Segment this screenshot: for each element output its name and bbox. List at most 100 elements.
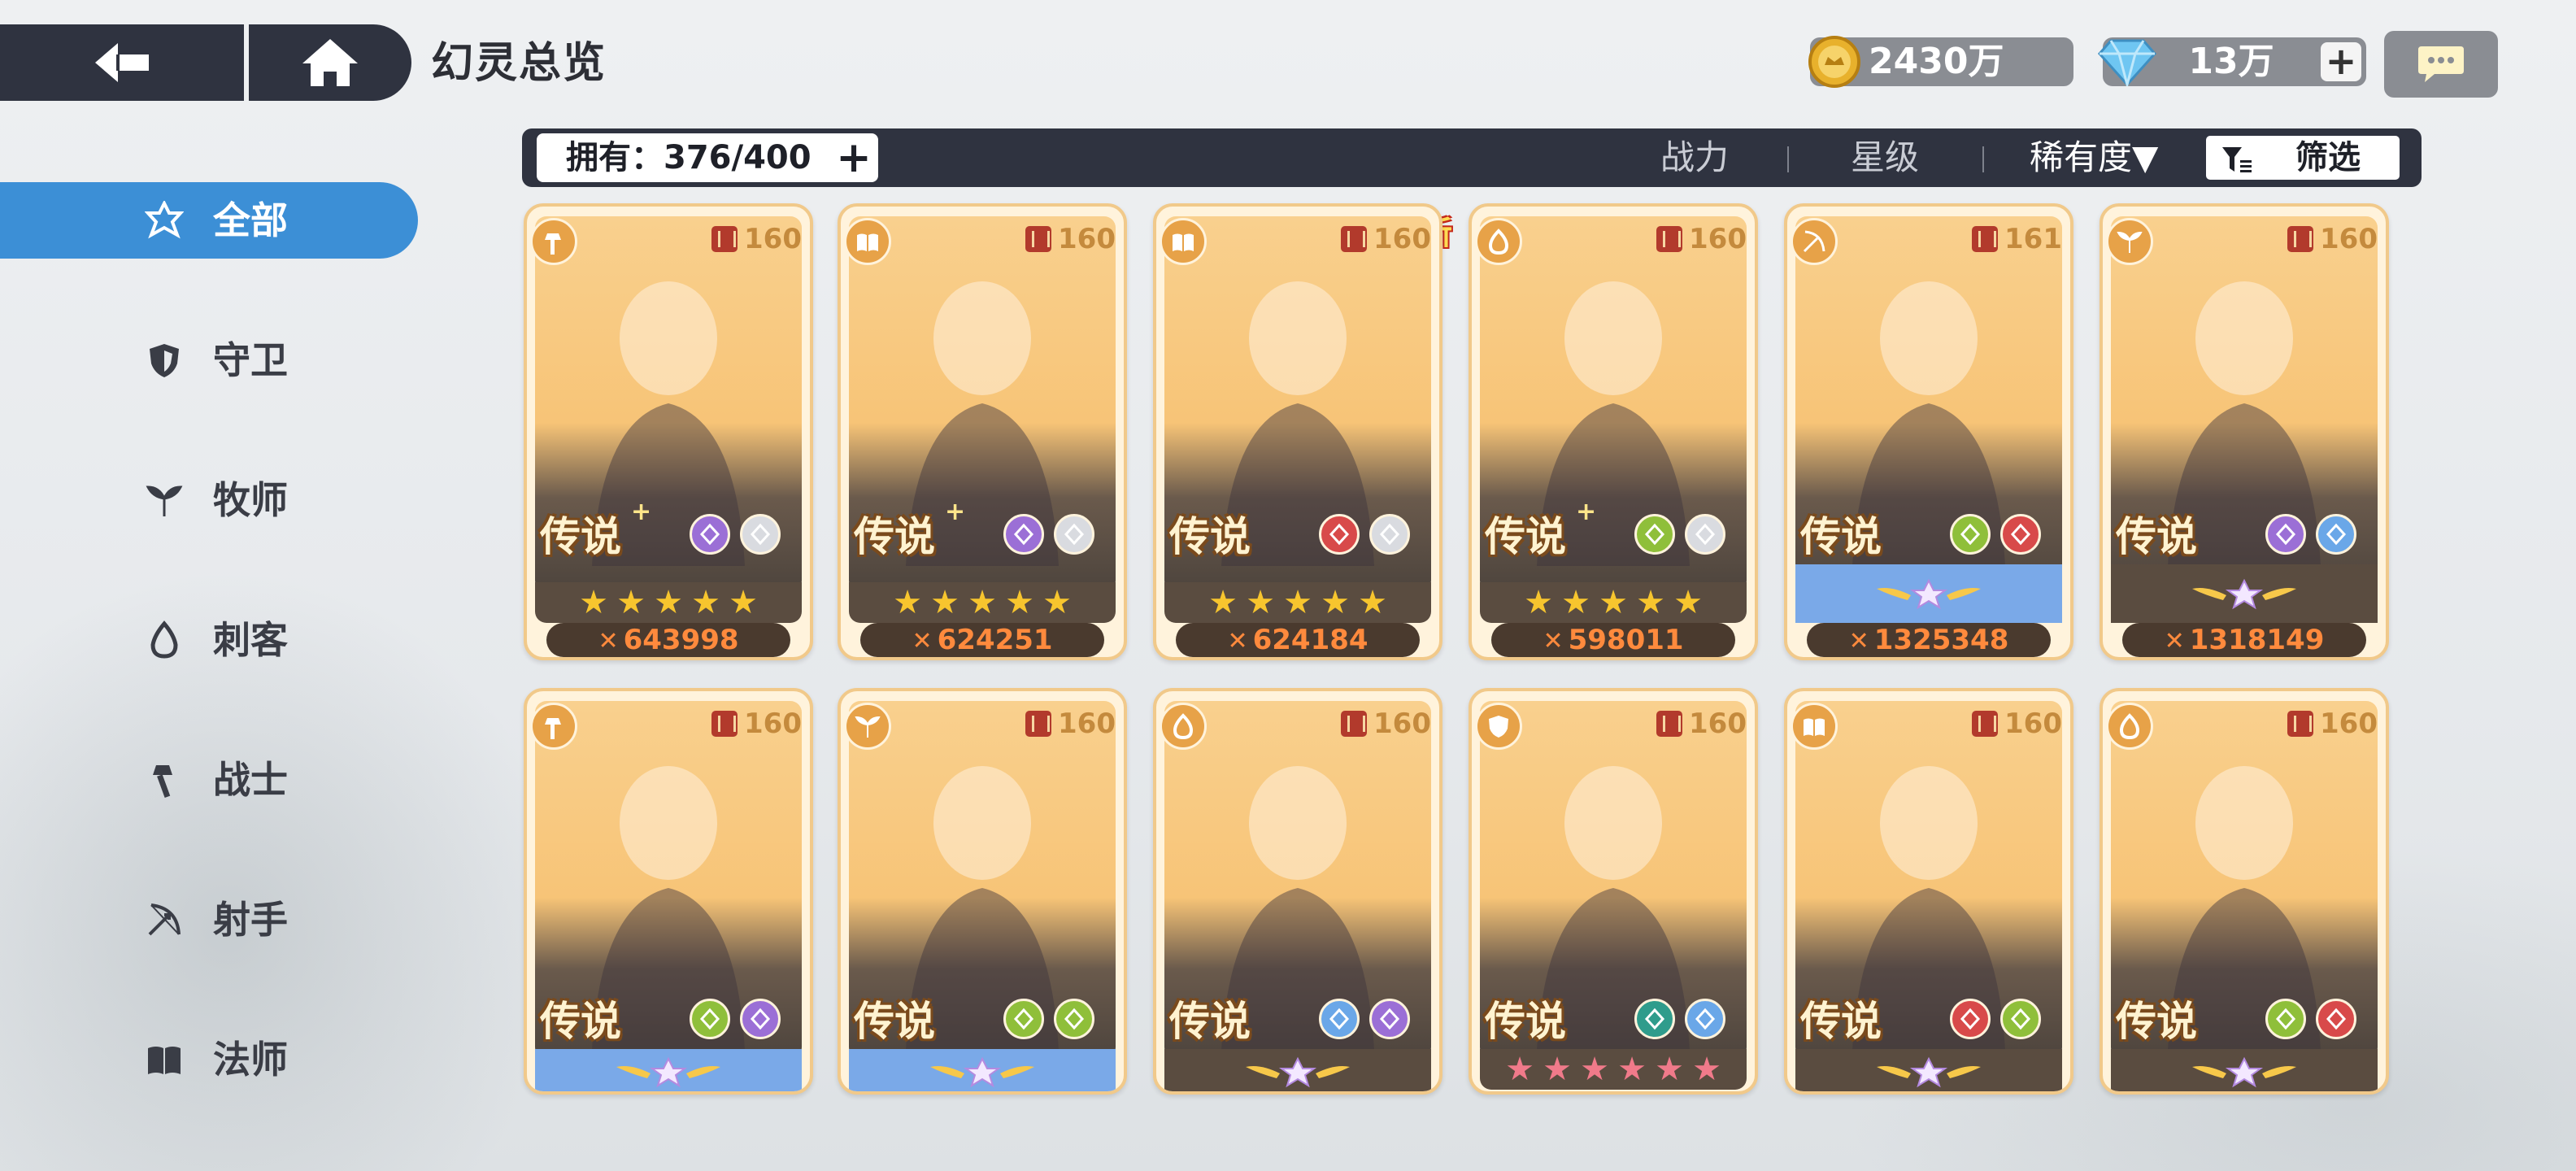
shield-class-icon	[1475, 703, 1522, 750]
white-element-icon	[1685, 514, 1725, 555]
nav-mage[interactable]: 法师	[0, 1021, 418, 1098]
hero-card[interactable]: 160 传说	[838, 688, 1127, 1095]
level-value: 160	[1058, 223, 1116, 255]
back-button[interactable]	[0, 24, 244, 101]
nav-archer[interactable]: 射手	[0, 882, 418, 958]
nav-all[interactable]: 全部	[0, 182, 418, 259]
star-icon: ★	[968, 584, 997, 621]
flame-class-icon	[1475, 218, 1522, 265]
awaken-emblem-row	[2111, 564, 2378, 623]
hero-power: ✕ 624184	[1176, 623, 1420, 657]
hero-card[interactable]: 160 传说	[1153, 688, 1442, 1095]
hero-card[interactable]: 160 传说 + ★ ★ ★ ★ ★ ✕ 598011	[1469, 203, 1758, 660]
level-icon	[711, 226, 738, 252]
bow-icon	[148, 903, 181, 936]
hammer-class-icon	[530, 218, 577, 265]
green-element-icon	[1950, 514, 1991, 555]
winged-star-icon	[1241, 1056, 1355, 1088]
page-title: 幻灵总览	[431, 39, 607, 88]
star-rating: ★ ★ ★ ★ ★ ★	[1480, 1049, 1747, 1090]
blue-element-icon	[1685, 999, 1725, 1039]
back-arrow-icon	[95, 43, 149, 82]
nav-guardian[interactable]: 守卫	[0, 322, 418, 398]
nav-priest[interactable]: 牧师	[0, 462, 418, 538]
level-icon	[2287, 226, 2314, 252]
star-rating: ★ ★ ★ ★ ★	[1480, 582, 1747, 623]
nav-warrior[interactable]: 战士	[0, 742, 418, 818]
hero-card[interactable]: 160 传说	[2100, 688, 2389, 1095]
rarity-label: 传说	[1800, 512, 1882, 560]
star-icon: ★	[1617, 1051, 1647, 1088]
hero-card[interactable]: 160 传说	[524, 688, 813, 1095]
book-class-icon	[1160, 218, 1207, 265]
awaken-emblem-row	[535, 1049, 802, 1091]
purple-element-icon	[740, 999, 781, 1039]
hero-level: 160	[2284, 221, 2378, 257]
blue-element-icon	[1319, 999, 1360, 1039]
hero-level: 160	[1022, 221, 1116, 257]
chat-button[interactable]	[2384, 31, 2498, 98]
level-value: 161	[2004, 223, 2062, 255]
star-icon: ★	[729, 584, 758, 621]
hero-card[interactable]: 160 传说 + ★ ★ ★ ★ ★ ✕ 624251	[838, 203, 1127, 660]
flame-icon	[150, 620, 178, 659]
red-element-icon	[2000, 514, 2041, 555]
add-gems-button[interactable]: +	[2321, 42, 2361, 81]
rarity-label: 传说	[2116, 512, 2197, 560]
star-icon: ★	[893, 584, 922, 621]
level-icon	[711, 711, 738, 737]
awaken-emblem-row	[1164, 1049, 1431, 1091]
winged-star-icon	[1872, 577, 1986, 610]
star-icon: ★	[1673, 584, 1703, 621]
nav-label: 刺客	[213, 618, 288, 662]
book-icon	[148, 1047, 181, 1074]
filter-button[interactable]: 筛选	[2204, 133, 2402, 182]
level-icon	[1656, 226, 1683, 252]
rarity-plus-mark: +	[1576, 498, 1597, 526]
nav-label: 战士	[213, 758, 288, 802]
star-icon: ★	[1505, 1051, 1534, 1088]
crossed-swords-icon: ✕	[2164, 627, 2185, 655]
hero-card[interactable]: 160 传说 + ★ ★ ★ ★ ★ ✕ 643998	[524, 203, 813, 660]
hero-level: 161	[1969, 221, 2062, 257]
power-value: 1325348	[1873, 624, 2009, 656]
star-icon: ★	[1246, 584, 1275, 621]
sort-star[interactable]: 星级	[1851, 128, 1919, 187]
rarity-label: 传说	[1485, 512, 1566, 560]
level-icon	[1025, 226, 1052, 252]
hammer-icon	[153, 765, 172, 799]
star-icon: ★	[579, 584, 608, 621]
hero-card[interactable]: 160 传说 ★ ★ ★ ★ ★ ✕ 624184	[1153, 203, 1442, 660]
level-icon	[1656, 711, 1683, 737]
hero-level: 160	[1653, 221, 1747, 257]
star-icon: ★	[691, 584, 720, 621]
level-icon	[1972, 226, 1999, 252]
nav-assassin[interactable]: 刺客	[0, 602, 418, 678]
expand-capacity-button[interactable]: +	[833, 137, 875, 179]
sort-power[interactable]: 战力	[1660, 128, 1729, 187]
star-icon: ★	[1561, 584, 1590, 621]
gem-amount: 13万	[2188, 41, 2274, 82]
purple-element-icon	[1369, 999, 1410, 1039]
home-button[interactable]	[249, 24, 411, 101]
power-value: 624251	[937, 624, 1053, 656]
sort-rarity[interactable]: 稀有度▼	[2030, 128, 2158, 187]
winged-star-icon	[2187, 1056, 2301, 1088]
crossed-swords-icon: ✕	[1848, 627, 1869, 655]
winged-star-icon	[611, 1056, 725, 1088]
white-element-icon	[740, 514, 781, 555]
level-value: 160	[744, 223, 802, 255]
star-icon: ★	[1580, 1051, 1609, 1088]
star-icon: ★	[1005, 584, 1034, 621]
hero-card[interactable]: 161 传说 ✕ 1325348	[1784, 203, 2073, 660]
hero-card[interactable]: 160 传说 ★ ★ ★ ★ ★ ★	[1469, 688, 1758, 1095]
hero-card[interactable]: 160 传说 ✕ 1318149	[2100, 203, 2389, 660]
flame-class-icon	[2106, 703, 2153, 750]
flame-class-icon	[1160, 703, 1207, 750]
green-element-icon	[2000, 999, 2041, 1039]
rarity-plus-mark: +	[945, 498, 966, 526]
nav-label: 法师	[213, 1038, 288, 1082]
level-value: 160	[2320, 707, 2378, 740]
hero-card[interactable]: 160 传说	[1784, 688, 2073, 1095]
level-value: 160	[744, 707, 802, 740]
